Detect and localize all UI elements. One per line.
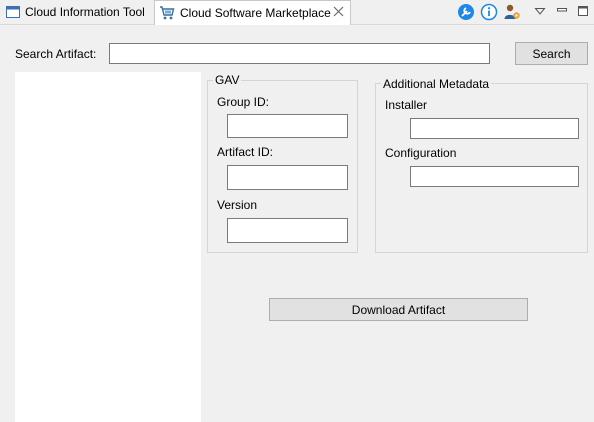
- window-icon: [6, 6, 20, 18]
- artifact-id-label: Artifact ID:: [217, 145, 274, 159]
- wrench-icon[interactable]: [457, 3, 475, 21]
- cart-icon: [159, 5, 175, 21]
- search-artifact-label: Search Artifact:: [15, 47, 97, 61]
- maximize-icon[interactable]: [577, 5, 589, 17]
- installer-label: Installer: [385, 98, 428, 112]
- tab-label: Cloud Software Marketplace: [180, 6, 331, 20]
- configuration-field[interactable]: [410, 166, 579, 187]
- tab-cloud-software-marketplace[interactable]: Cloud Software Marketplace: [154, 0, 351, 25]
- gav-group-title: GAV: [213, 73, 242, 87]
- artifact-result-list[interactable]: [15, 72, 201, 422]
- tab-cloud-information-tool[interactable]: Cloud Information Tool: [0, 0, 154, 24]
- group-id-label: Group ID:: [217, 95, 270, 109]
- tab-label: Cloud Information Tool: [25, 5, 145, 19]
- artifact-id-field[interactable]: [227, 165, 348, 190]
- version-label: Version: [217, 198, 258, 212]
- installer-field[interactable]: [410, 118, 579, 139]
- search-button[interactable]: Search: [515, 42, 588, 65]
- view-menu-icon[interactable]: [534, 5, 546, 17]
- group-id-field[interactable]: [227, 114, 348, 138]
- configuration-label: Configuration: [385, 146, 457, 160]
- user-settings-icon[interactable]: [503, 3, 521, 21]
- info-icon[interactable]: [480, 3, 498, 21]
- close-icon[interactable]: [333, 6, 344, 17]
- search-input[interactable]: [109, 43, 490, 64]
- download-artifact-button[interactable]: Download Artifact: [269, 298, 528, 321]
- additional-metadata-title: Additional Metadata: [381, 77, 492, 91]
- version-field[interactable]: [227, 218, 348, 243]
- minimize-icon[interactable]: [556, 5, 568, 17]
